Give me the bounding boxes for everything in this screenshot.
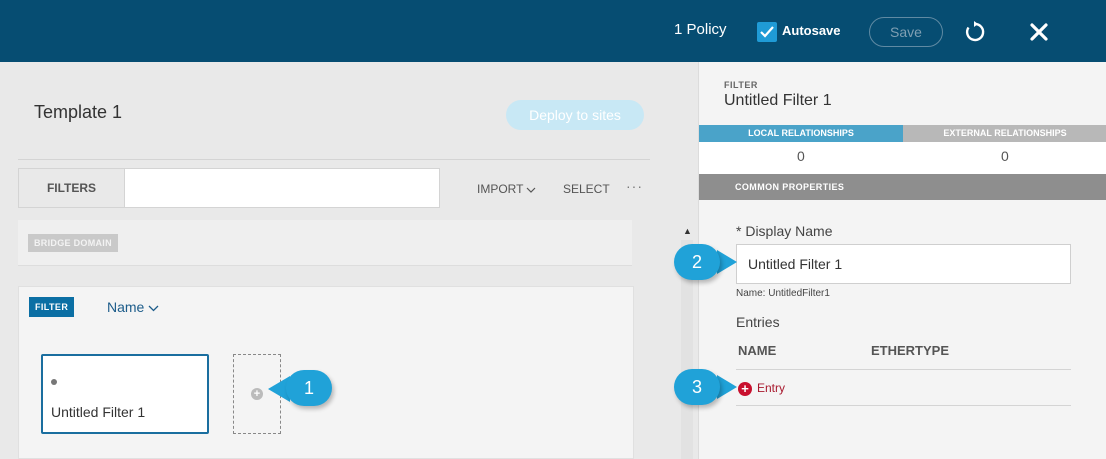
column-header-name: NAME xyxy=(738,343,777,358)
divider xyxy=(18,159,650,160)
close-icon[interactable] xyxy=(1028,21,1050,43)
bridge-domain-badge: BRIDGE DOMAIN xyxy=(28,234,118,252)
scroll-up-arrow-icon[interactable]: ▲ xyxy=(683,226,692,236)
divider xyxy=(736,369,1071,370)
plus-icon: + xyxy=(251,388,263,400)
divider xyxy=(736,405,1071,406)
autosave-checkbox[interactable] xyxy=(757,22,777,42)
relationship-counts: 0 0 xyxy=(699,142,1106,174)
name-sort-dropdown[interactable]: Name xyxy=(107,299,159,315)
policy-count: 1 Policy xyxy=(674,21,727,38)
tab-external-relationships[interactable]: EXTERNAL RELATIONSHIPS xyxy=(903,125,1106,142)
add-entry-button[interactable]: + Entry xyxy=(738,381,785,396)
chevron-down-icon xyxy=(148,305,159,312)
schema-canvas: Template 1 Deploy to sites FILTERS IMPOR… xyxy=(0,62,698,459)
object-title: Untitled Filter 1 xyxy=(724,92,832,109)
name-sort-label: Name xyxy=(107,299,145,315)
filter-badge: FILTER xyxy=(29,297,75,317)
callout-badge-3: 3 xyxy=(674,369,720,405)
callout-badge-2: 2 xyxy=(674,244,720,280)
object-type-label: FILTER xyxy=(724,80,758,90)
callout-pointer-2 xyxy=(717,250,737,274)
check-icon xyxy=(760,26,774,38)
local-count: 0 xyxy=(797,148,805,164)
import-button[interactable]: IMPORT xyxy=(477,182,536,196)
common-properties-header[interactable]: COMMON PROPERTIES xyxy=(699,174,1106,200)
filter-search-input[interactable] xyxy=(124,168,440,208)
filter-card[interactable]: Untitled Filter 1 xyxy=(41,354,209,434)
filters-tab[interactable]: FILTERS xyxy=(18,168,124,208)
callout-pointer-3 xyxy=(717,375,737,399)
callout-badge-1: 1 xyxy=(286,370,332,406)
bridge-domain-section: BRIDGE DOMAIN xyxy=(18,220,632,266)
properties-panel: FILTER Untitled Filter 1 LOCAL RELATIONS… xyxy=(698,62,1106,459)
status-dot-icon xyxy=(51,379,57,385)
import-label: IMPORT xyxy=(477,182,524,196)
add-entry-label: Entry xyxy=(757,381,786,395)
filter-card-label: Untitled Filter 1 xyxy=(51,404,146,420)
deploy-to-sites-button[interactable]: Deploy to sites xyxy=(506,100,644,130)
tab-local-relationships[interactable]: LOCAL RELATIONSHIPS xyxy=(699,125,903,142)
autosave-label: Autosave xyxy=(782,23,841,38)
filter-section: FILTER Name Untitled Filter 1 + xyxy=(18,286,634,459)
name-hint: Name: UntitledFilter1 xyxy=(736,288,830,299)
template-title: Template 1 xyxy=(34,102,123,122)
refresh-icon[interactable] xyxy=(964,21,986,43)
column-header-ethertype: ETHERTYPE xyxy=(871,343,950,358)
more-options-icon[interactable]: ··· xyxy=(626,178,643,194)
plus-circle-icon: + xyxy=(738,381,752,396)
display-name-input[interactable]: Untitled Filter 1 xyxy=(736,244,1071,284)
chevron-down-icon xyxy=(527,187,536,193)
entries-label: Entries xyxy=(736,314,780,330)
save-button[interactable]: Save xyxy=(869,17,943,47)
select-button[interactable]: SELECT xyxy=(563,182,610,196)
display-name-label: * Display Name xyxy=(736,223,833,239)
top-header: 1 Policy Autosave Save xyxy=(0,0,1106,62)
external-count: 0 xyxy=(1001,148,1009,164)
